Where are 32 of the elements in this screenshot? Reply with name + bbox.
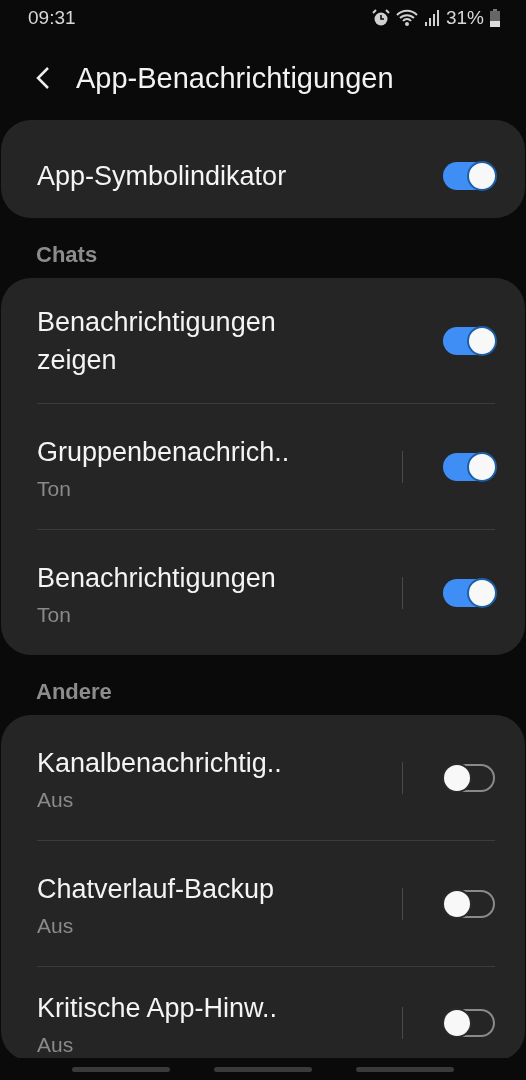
toggle-switch[interactable]: [443, 889, 495, 918]
setting-subtitle: Ton: [37, 476, 72, 501]
toggle-switch[interactable]: [443, 452, 495, 481]
setting-subtitle: Ton: [37, 602, 72, 627]
status-time: 09:31: [28, 7, 76, 29]
page-title: App-Benachrichtigungen: [76, 61, 394, 95]
section-header: Andere: [35, 678, 113, 706]
back-icon[interactable]: [36, 66, 50, 90]
setting-title: Gruppenbenachrich..: [37, 435, 291, 469]
setting-title: App-Symbolindikator: [37, 160, 288, 193]
toggle-switch[interactable]: [443, 763, 495, 792]
nav-bar-handle[interactable]: [72, 1066, 170, 1072]
nav-bar-handle[interactable]: [214, 1066, 312, 1072]
toggle-switch[interactable]: [443, 162, 495, 190]
alarm-icon: [371, 9, 390, 27]
wifi-icon: [395, 9, 418, 27]
battery-percentage: 31%: [445, 7, 484, 29]
setting-title: Kritische App-Hinw..: [37, 992, 279, 1025]
setting-subtitle: Aus: [37, 1033, 75, 1057]
section-header: Chats: [35, 241, 99, 269]
nav-bar-handle[interactable]: [356, 1066, 454, 1072]
toggle-switch[interactable]: [443, 1009, 495, 1037]
toggle-switch[interactable]: [443, 578, 495, 607]
signal-icon: [423, 9, 440, 27]
setting-title: Benachrichtigungen: [37, 561, 277, 595]
setting-title: Kanalbenachrichtig..: [37, 746, 283, 780]
setting-subtitle: Aus: [37, 787, 75, 812]
battery-icon: [490, 9, 500, 27]
toggle-switch[interactable]: [443, 326, 495, 355]
setting-title: Chatverlauf-Backup: [37, 872, 276, 906]
setting-title: Benachrichtigungen zeigen: [37, 305, 277, 377]
setting-subtitle: Aus: [37, 913, 75, 938]
